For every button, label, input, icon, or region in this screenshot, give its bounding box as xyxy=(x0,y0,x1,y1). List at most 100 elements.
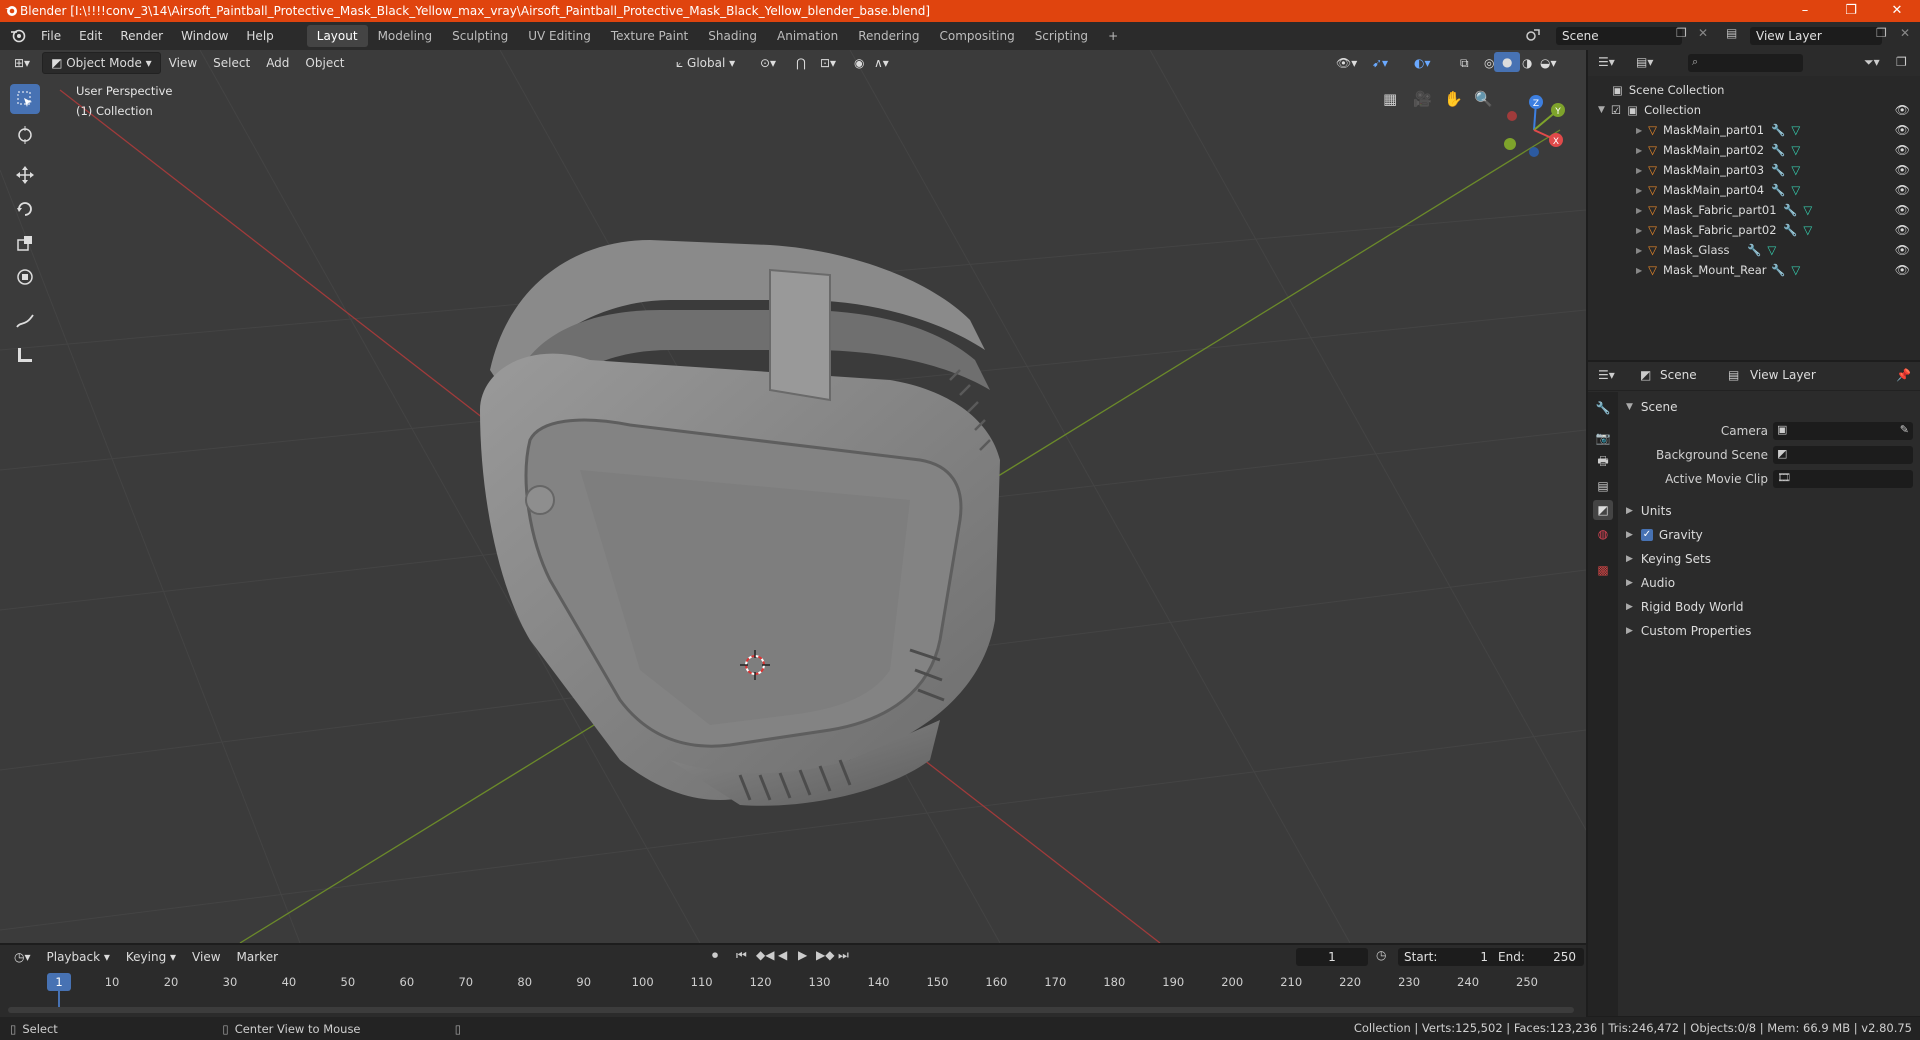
snap-icon[interactable]: ⋂ xyxy=(788,53,814,73)
mesh-data-icon[interactable]: ▽ xyxy=(1803,203,1812,217)
toggle-grid-icon[interactable]: ▦ xyxy=(1383,90,1397,108)
modifier-icon[interactable]: 🔧 xyxy=(1771,123,1785,137)
select-box-tool[interactable] xyxy=(10,84,40,114)
outliner-editor-type-icon[interactable]: ☰▾ xyxy=(1598,55,1615,69)
render-tab-icon[interactable]: 📷 xyxy=(1593,428,1613,448)
tab-shading[interactable]: Shading xyxy=(698,25,767,47)
eyedropper-icon[interactable]: ✎ xyxy=(1900,423,1909,436)
eye-icon[interactable]: 👁 xyxy=(1895,163,1910,177)
scene-tab-icon[interactable]: ◩ xyxy=(1593,500,1613,520)
scene-panel-header[interactable]: ▼ Scene xyxy=(1618,396,1918,418)
zoom-view-icon[interactable]: 🔍 xyxy=(1474,90,1493,108)
expand-arrow-icon[interactable]: ▶ xyxy=(1636,126,1642,135)
eye-icon[interactable]: 👁 xyxy=(1895,243,1910,257)
custom-properties-panel[interactable]: ▶ Custom Properties xyxy=(1618,620,1918,642)
filter-icon[interactable]: ⏷▾ xyxy=(1864,55,1880,70)
eye-icon[interactable]: 👁 xyxy=(1895,183,1910,197)
active-movie-clip-field[interactable]: 🎞 xyxy=(1773,470,1913,488)
eye-icon[interactable]: 👁 xyxy=(1895,103,1910,117)
falloff-icon[interactable]: ∧▾ xyxy=(866,53,897,73)
menu-render[interactable]: Render xyxy=(111,29,172,43)
blender-menu-icon[interactable] xyxy=(10,27,26,46)
annotate-tool[interactable] xyxy=(10,306,40,336)
context-scene-label[interactable]: Scene xyxy=(1660,368,1697,382)
tab-sculpting[interactable]: Sculpting xyxy=(442,25,518,47)
new-scene-icon[interactable]: ❐ xyxy=(1676,26,1687,40)
mesh-data-icon[interactable]: ▽ xyxy=(1791,183,1800,197)
display-mode-icon[interactable]: ▤▾ xyxy=(1636,55,1653,69)
menu-object[interactable]: Object xyxy=(297,53,352,73)
object-mode-dropdown[interactable]: ◩ Object Mode ▾ xyxy=(42,52,161,74)
outliner-item-mask-glass[interactable]: ▶ ▽ Mask_Glass 🔧 ▽ 👁 xyxy=(1588,240,1920,260)
modifier-icon[interactable]: 🔧 xyxy=(1771,263,1785,277)
modifier-icon[interactable]: 🔧 xyxy=(1771,183,1785,197)
pivot-point-icon[interactable]: ⊙▾ xyxy=(752,53,784,73)
minimize-button[interactable]: – xyxy=(1782,0,1828,22)
outliner-search-input[interactable] xyxy=(1688,54,1803,72)
modifier-icon[interactable]: 🔧 xyxy=(1747,243,1761,257)
tab-uv-editing[interactable]: UV Editing xyxy=(518,25,601,47)
new-view-layer-icon[interactable]: ❐ xyxy=(1876,26,1887,40)
gravity-checkbox[interactable]: ✓ xyxy=(1640,529,1653,541)
world-tab-icon[interactable]: ◍ xyxy=(1593,524,1613,544)
view-layer-tab-icon[interactable]: ▤ xyxy=(1593,476,1613,496)
3d-cursor-icon[interactable] xyxy=(740,650,770,680)
properties-editor-type-icon[interactable]: ☰▾ xyxy=(1598,368,1615,382)
scale-tool[interactable] xyxy=(10,228,40,258)
modifier-icon[interactable]: 🔧 xyxy=(1771,163,1785,177)
pan-view-icon[interactable]: ✋ xyxy=(1444,90,1463,108)
visibility-icon[interactable]: 👁▾ xyxy=(1328,53,1365,73)
menu-edit[interactable]: Edit xyxy=(70,29,111,43)
rotate-tool[interactable] xyxy=(10,194,40,224)
remove-scene-icon[interactable]: ✕ xyxy=(1698,26,1708,40)
eye-icon[interactable]: 👁 xyxy=(1895,263,1910,277)
expand-arrow-icon[interactable]: ▶ xyxy=(1636,246,1642,255)
menu-view[interactable]: View xyxy=(161,53,205,73)
expand-collection-icon[interactable]: ▼ xyxy=(1598,105,1605,115)
3d-viewport[interactable]: ⊞▾ ◩ Object Mode ▾ View Select Add Objec… xyxy=(0,50,1586,943)
measure-tool[interactable] xyxy=(10,340,40,370)
scene-collection-row[interactable]: ▣ Scene Collection xyxy=(1588,80,1920,100)
keying-sets-panel[interactable]: ▶ Keying Sets xyxy=(1618,548,1918,570)
tab-scripting[interactable]: Scripting xyxy=(1025,25,1098,47)
expand-arrow-icon[interactable]: ▶ xyxy=(1636,146,1642,155)
audio-panel[interactable]: ▶ Audio xyxy=(1618,572,1918,594)
mesh-data-icon[interactable]: ▽ xyxy=(1791,123,1800,137)
tab-modeling[interactable]: Modeling xyxy=(368,25,443,47)
expand-arrow-icon[interactable]: ▶ xyxy=(1636,206,1642,215)
tab-compositing[interactable]: Compositing xyxy=(929,25,1024,47)
mesh-data-icon[interactable]: ▽ xyxy=(1791,143,1800,157)
eye-icon[interactable]: 👁 xyxy=(1895,203,1910,217)
texture-tab-icon[interactable]: ▩ xyxy=(1593,560,1613,580)
mesh-data-icon[interactable]: ▽ xyxy=(1791,263,1800,277)
collection-row[interactable]: ▼ ☑ ▣ Collection 👁 xyxy=(1588,100,1920,120)
tab-texture-paint[interactable]: Texture Paint xyxy=(601,25,698,47)
scene-selector[interactable]: Scene xyxy=(1556,27,1682,45)
gizmo-toggle-icon[interactable]: ➹▾ xyxy=(1364,53,1396,73)
snap-target-icon[interactable]: ⊡▾ xyxy=(812,53,844,73)
camera-field[interactable]: ▣ ✎ xyxy=(1773,422,1913,440)
editor-type-icon[interactable]: ⊞▾ xyxy=(6,53,38,73)
add-workspace-button[interactable]: + xyxy=(1098,25,1128,47)
menu-select[interactable]: Select xyxy=(205,53,258,73)
mesh-data-icon[interactable]: ▽ xyxy=(1803,223,1812,237)
menu-file[interactable]: File xyxy=(32,29,70,43)
transform-orientation-dropdown[interactable]: ⟀ Global ▾ xyxy=(668,53,743,74)
rigid-body-world-panel[interactable]: ▶ Rigid Body World xyxy=(1618,596,1918,618)
new-collection-icon[interactable]: ❐ xyxy=(1896,55,1907,69)
outliner-item-maskmain-part01[interactable]: ▶ ▽ MaskMain_part01 🔧 ▽ 👁 xyxy=(1588,120,1920,140)
tool-tab-icon[interactable]: 🔧 xyxy=(1593,398,1613,418)
expand-arrow-icon[interactable]: ▶ xyxy=(1636,186,1642,195)
outliner-item-maskmain-part04[interactable]: ▶ ▽ MaskMain_part04 🔧 ▽ 👁 xyxy=(1588,180,1920,200)
navigation-gizmo[interactable]: Z Y X xyxy=(1496,88,1576,168)
restore-button[interactable]: ❐ xyxy=(1828,0,1874,22)
menu-window[interactable]: Window xyxy=(172,29,237,43)
eye-icon[interactable]: 👁 xyxy=(1895,223,1910,237)
xray-icon[interactable]: ⧉ xyxy=(1452,53,1477,74)
menu-help[interactable]: Help xyxy=(237,29,282,43)
collection-checkbox-icon[interactable]: ☑ xyxy=(1611,103,1621,117)
tab-layout[interactable]: Layout xyxy=(306,25,368,47)
expand-arrow-icon[interactable]: ▶ xyxy=(1636,226,1642,235)
tab-animation[interactable]: Animation xyxy=(767,25,848,47)
mesh-data-icon[interactable]: ▽ xyxy=(1791,163,1800,177)
